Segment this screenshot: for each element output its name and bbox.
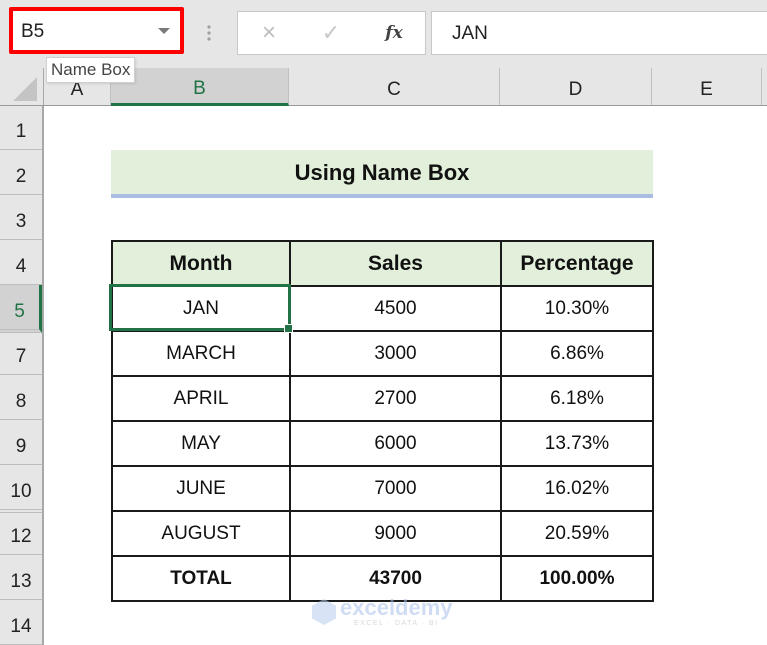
- cell-percentage[interactable]: 6.18%: [500, 375, 654, 422]
- total-label[interactable]: TOTAL: [111, 555, 291, 602]
- cell-month[interactable]: JAN: [111, 285, 291, 332]
- header-percentage[interactable]: Percentage: [500, 240, 654, 287]
- row-header-12[interactable]: 12: [0, 513, 42, 555]
- table-header-row: Month Sales Percentage: [111, 240, 654, 287]
- fill-handle[interactable]: [284, 324, 293, 333]
- watermark-tagline: EXCEL · DATA · BI: [354, 620, 439, 627]
- cell-percentage[interactable]: 20.59%: [500, 510, 654, 557]
- table-row: JUNE 7000 16.02%: [111, 465, 654, 512]
- row-header-9[interactable]: 9: [0, 420, 42, 465]
- cell-month[interactable]: AUGUST: [111, 510, 291, 557]
- table-row: AUGUST 9000 20.59%: [111, 510, 654, 557]
- row-header-3[interactable]: 3: [0, 195, 42, 240]
- table-row: MAY 6000 13.73%: [111, 420, 654, 467]
- cell-month[interactable]: MAY: [111, 420, 291, 467]
- cell-month[interactable]: JUNE: [111, 465, 291, 512]
- cancel-icon[interactable]: ×: [254, 18, 284, 48]
- insert-function-icon[interactable]: fx: [379, 18, 409, 48]
- row-header-14[interactable]: 14: [0, 600, 42, 645]
- cell-sales[interactable]: 6000: [289, 420, 502, 467]
- row-header-5[interactable]: 5: [0, 285, 42, 333]
- column-header-d[interactable]: D: [500, 68, 652, 105]
- name-box-value[interactable]: B5: [21, 21, 44, 43]
- watermark: exceldemy EXCEL · DATA · BI: [312, 597, 453, 627]
- row-header-10[interactable]: 10: [0, 465, 42, 513]
- table-row: APRIL 2700 6.18%: [111, 375, 654, 422]
- enter-check-icon[interactable]: ✓: [316, 18, 346, 48]
- cell-sales[interactable]: 7000: [289, 465, 502, 512]
- table-row: MARCH 3000 6.86%: [111, 330, 654, 377]
- name-box-dropdown-icon[interactable]: [158, 28, 170, 34]
- sheet-title-cell[interactable]: Using Name Box: [111, 150, 653, 198]
- formula-value[interactable]: JAN: [452, 23, 488, 45]
- cell-percentage[interactable]: 13.73%: [500, 420, 654, 467]
- row-header-1[interactable]: 1: [0, 106, 42, 150]
- cell-percentage[interactable]: 6.86%: [500, 330, 654, 377]
- cell-sales[interactable]: 3000: [289, 330, 502, 377]
- column-header-c[interactable]: C: [289, 68, 500, 105]
- formula-bar-resize-grip-icon[interactable]: [207, 24, 211, 42]
- name-box[interactable]: B5: [9, 7, 184, 54]
- row-header-7[interactable]: 7: [0, 333, 42, 375]
- cell-percentage[interactable]: 16.02%: [500, 465, 654, 512]
- row-headers: 1 2 3 4 5 7 8 9 10 12 13 14: [0, 106, 44, 645]
- select-all-button[interactable]: [0, 68, 44, 105]
- header-month[interactable]: Month: [111, 240, 291, 287]
- row-header-13[interactable]: 13: [0, 555, 42, 600]
- total-percentage[interactable]: 100.00%: [500, 555, 654, 602]
- row-header-4[interactable]: 4: [0, 240, 42, 285]
- column-header-b[interactable]: B: [111, 68, 289, 106]
- cell-sales[interactable]: 4500: [289, 285, 502, 332]
- cell-percentage[interactable]: 10.30%: [500, 285, 654, 332]
- cell-month[interactable]: APRIL: [111, 375, 291, 422]
- exceldemy-logo-icon: [312, 599, 336, 625]
- header-sales[interactable]: Sales: [289, 240, 502, 287]
- select-all-triangle-icon: [13, 77, 37, 101]
- cell-month[interactable]: MARCH: [111, 330, 291, 377]
- table-row: JAN 4500 10.30%: [111, 285, 654, 332]
- cell-sales[interactable]: 2700: [289, 375, 502, 422]
- formula-input[interactable]: JAN: [431, 11, 767, 55]
- column-header-e[interactable]: E: [652, 68, 762, 105]
- formula-buttons: × ✓ fx: [237, 11, 426, 55]
- cell-sales[interactable]: 9000: [289, 510, 502, 557]
- row-header-2[interactable]: 2: [0, 150, 42, 195]
- name-box-tooltip: Name Box: [46, 57, 136, 83]
- row-header-8[interactable]: 8: [0, 375, 42, 420]
- sales-table: Month Sales Percentage JAN 4500 10.30% M…: [111, 240, 654, 602]
- watermark-brand: exceldemy: [340, 595, 453, 620]
